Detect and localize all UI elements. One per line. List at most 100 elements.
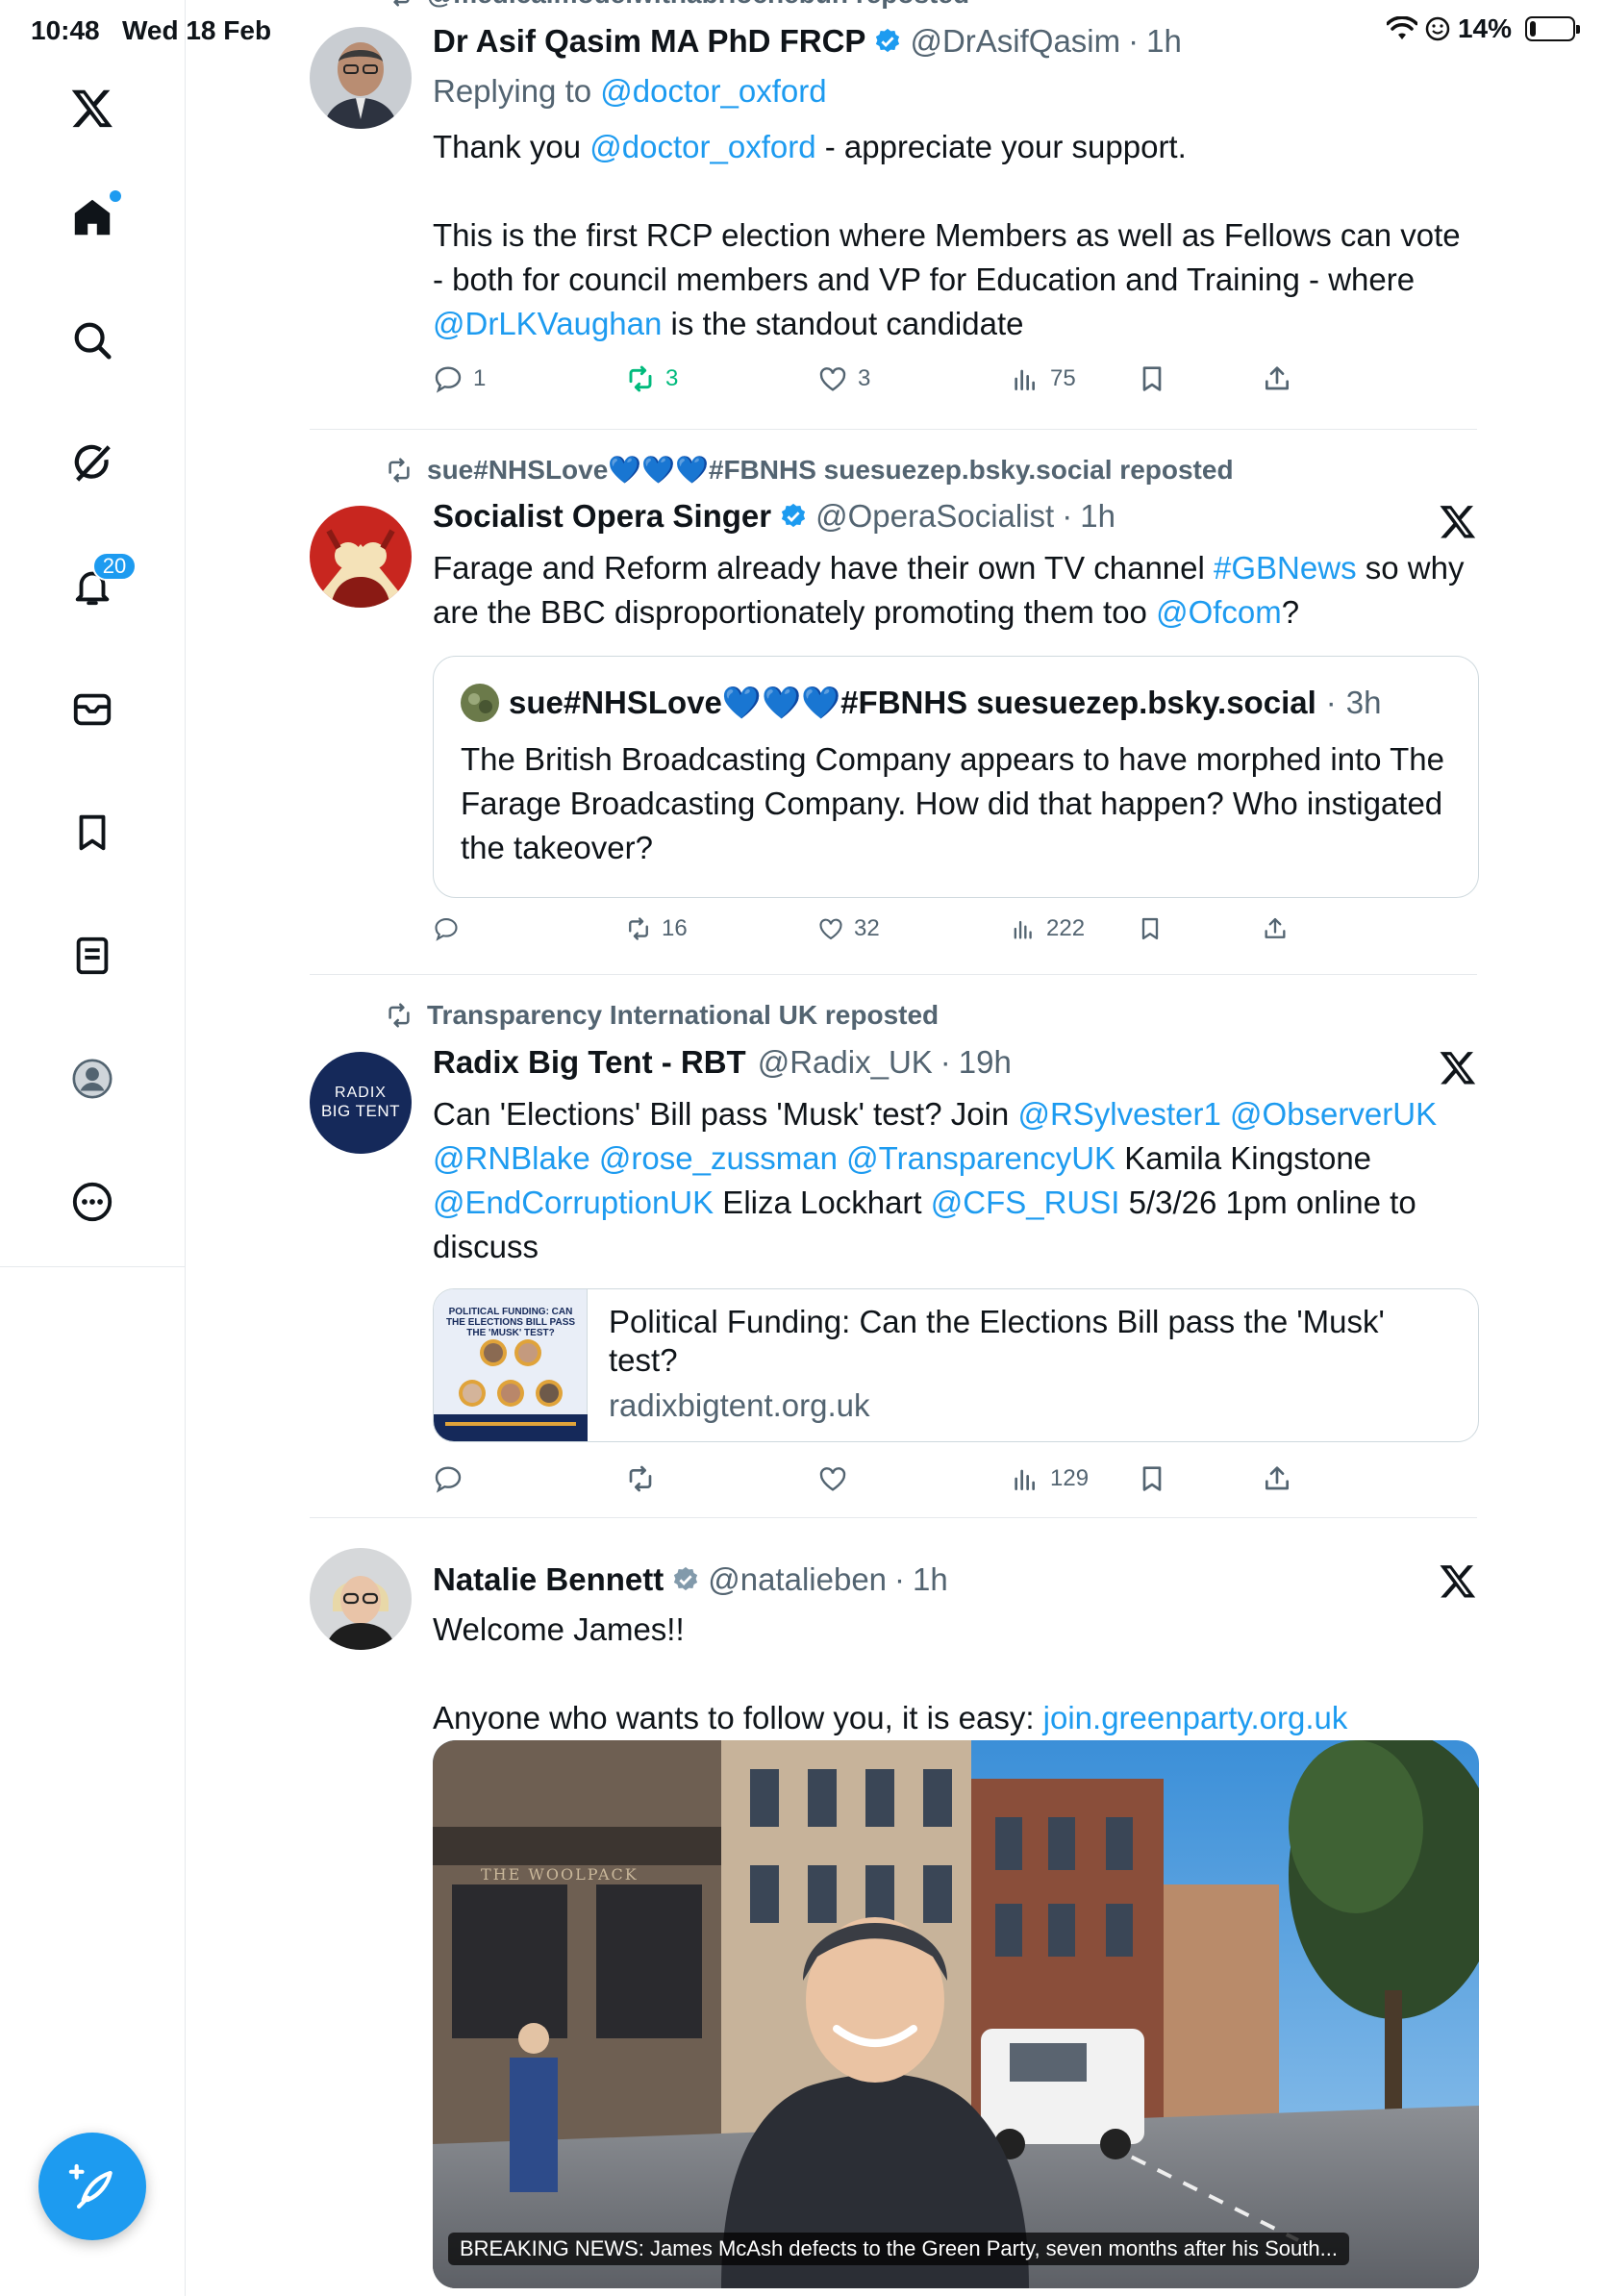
views-button[interactable]: 222	[1010, 915, 1085, 942]
notifications-icon[interactable]: 20	[54, 548, 137, 625]
share-button[interactable]	[1262, 1463, 1292, 1494]
like-button[interactable]: 32	[817, 915, 880, 942]
post-time[interactable]: 1h	[1080, 498, 1115, 535]
post-time[interactable]: 1h	[1146, 23, 1182, 60]
reply-icon	[435, 1466, 462, 1493]
bookmark-button[interactable]	[1137, 1463, 1167, 1494]
dot-separator: ·	[940, 1044, 951, 1080]
link-card-thumbnail: POLITICAL FUNDING: CAN THE ELECTIONS BIL…	[434, 1289, 588, 1441]
avatar[interactable]	[310, 27, 412, 129]
post-time[interactable]: 1h	[913, 1561, 948, 1598]
repost-button[interactable]: 16	[625, 915, 688, 942]
profile-icon[interactable]	[54, 1040, 131, 1117]
compose-button[interactable]	[38, 2133, 146, 2240]
mention-link[interactable]: @Ofcom	[1156, 594, 1282, 630]
mention-link[interactable]: @TransparencyUK	[846, 1140, 1115, 1176]
repost-count: 3	[665, 365, 679, 391]
reply-button[interactable]	[433, 915, 469, 942]
more-icon[interactable]	[54, 1163, 131, 1240]
repost-icon	[388, 1003, 410, 1028]
repost-icon	[629, 917, 648, 940]
grok-icon[interactable]	[54, 425, 131, 502]
share-icon	[1266, 1466, 1289, 1490]
text-segment: Welcome James!!	[433, 1611, 685, 1647]
author-handle[interactable]: @OperaSocialist	[815, 498, 1054, 535]
avatar-text: BIG TENT	[320, 1102, 401, 1120]
mention-link[interactable]: @doctor_oxford	[589, 129, 815, 164]
author-handle[interactable]: @natalieben	[708, 1561, 887, 1598]
avatar[interactable]	[310, 1548, 412, 1650]
author-name[interactable]: Natalie Bennett	[433, 1561, 664, 1598]
like-count: 32	[854, 915, 880, 941]
replying-to-link[interactable]: @doctor_oxford	[600, 73, 826, 109]
author-name[interactable]: Socialist Opera Singer	[433, 498, 771, 535]
quote-text: The British Broadcasting Company appears…	[461, 741, 1444, 865]
repost-button[interactable]: 3	[625, 363, 678, 394]
share-button[interactable]	[1262, 915, 1289, 942]
mention-link[interactable]: @rose_zussman	[599, 1140, 838, 1176]
views-button[interactable]: 129	[1010, 1463, 1089, 1494]
heart-icon	[819, 367, 846, 391]
compose-icon	[68, 2163, 113, 2209]
like-button[interactable]: 3	[817, 363, 870, 394]
home-icon[interactable]	[54, 179, 131, 256]
post-actions: 16 32 222	[433, 915, 1394, 954]
author-name[interactable]: Radix Big Tent - RBT	[433, 1044, 746, 1081]
replying-to-line: Replying to @doctor_oxford	[433, 69, 1471, 113]
link-card[interactable]: POLITICAL FUNDING: CAN THE ELECTIONS BIL…	[433, 1288, 1479, 1442]
link-card-domain: radixbigtent.org.uk	[609, 1387, 870, 1423]
post-time[interactable]: 19h	[959, 1044, 1012, 1081]
author-name[interactable]: Dr Asif Qasim MA PhD FRCP	[433, 23, 865, 60]
view-count: 75	[1050, 365, 1076, 391]
post-text: Can 'Elections' Bill pass 'Musk' test? J…	[433, 1092, 1471, 1269]
post-divider	[310, 974, 1477, 975]
quoted-post[interactable]: sue#NHSLove💙💙💙#FBNHS suesuezep.bsky.soci…	[433, 656, 1479, 898]
author-handle[interactable]: @DrAsifQasim	[910, 23, 1120, 60]
author-handle[interactable]: @Radix_UK	[758, 1044, 933, 1081]
avatar[interactable]: RADIX BIG TENT	[310, 1052, 412, 1154]
hashtag-link[interactable]: #GBNews	[1214, 550, 1357, 586]
repost-context: Transparency International UK reposted	[385, 1000, 939, 1031]
url-link[interactable]: join.greenparty.org.uk	[1043, 1700, 1348, 1735]
share-icon	[1266, 366, 1289, 390]
quote-header: sue#NHSLove💙💙💙#FBNHS suesuezep.bsky.soci…	[461, 684, 1381, 722]
messages-icon[interactable]	[54, 671, 131, 748]
reply-button[interactable]	[433, 1463, 464, 1494]
repost-context: sue#NHSLove💙💙💙#FBNHS suesuezep.bsky.soci…	[385, 454, 1234, 486]
x-logo-icon[interactable]	[54, 69, 131, 146]
bookmarks-icon[interactable]	[54, 794, 131, 871]
mention-link[interactable]: @DrLKVaughan	[433, 306, 662, 341]
post-photo[interactable]: BREAKING NEWS: James McAsh defects to th…	[433, 1740, 1479, 2288]
dot-separator: ·	[894, 1561, 906, 1597]
mention-link[interactable]: @RSylvester1	[1017, 1096, 1220, 1132]
search-icon[interactable]	[54, 302, 131, 379]
bookmark-button[interactable]	[1137, 363, 1167, 394]
text-segment: Kamila Kingstone	[1115, 1140, 1372, 1176]
x-logo-icon	[1440, 506, 1476, 538]
text-segment: Eliza Lockhart	[714, 1185, 931, 1220]
text-segment: Can 'Elections' Bill pass 'Musk' test? J…	[433, 1096, 1018, 1132]
like-count: 3	[858, 365, 871, 391]
repost-icon	[393, 0, 410, 7]
home-unread-dot	[110, 190, 121, 202]
reply-count: 1	[473, 365, 487, 391]
reply-button[interactable]: 1	[433, 363, 486, 394]
avatar[interactable]	[310, 506, 412, 608]
replying-label: Replying to	[433, 73, 592, 109]
mention-link[interactable]: @CFS_RUSI	[931, 1185, 1120, 1220]
heart-icon	[819, 1467, 846, 1491]
bookmark-button[interactable]	[1137, 915, 1164, 942]
mention-link[interactable]: @ObserverUK	[1230, 1096, 1437, 1132]
bookmark-icon	[1142, 1466, 1162, 1491]
paragraph-break	[433, 1652, 1471, 1696]
sidebar: 20	[0, 0, 186, 1267]
share-button[interactable]	[1262, 363, 1292, 394]
reply-icon	[435, 366, 462, 393]
post-actions: 1 3 3 75	[433, 363, 1394, 402]
mention-link[interactable]: @EndCorruptionUK	[433, 1185, 714, 1220]
lists-icon[interactable]	[54, 917, 131, 994]
mention-link[interactable]: @RNBlake	[433, 1140, 590, 1176]
views-button[interactable]: 75	[1010, 363, 1076, 394]
repost-button[interactable]	[625, 1463, 656, 1494]
like-button[interactable]	[817, 1463, 848, 1494]
